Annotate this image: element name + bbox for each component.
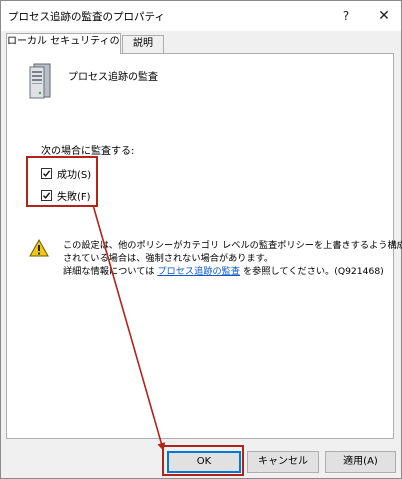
tab-explain[interactable]: 説明 — [122, 35, 164, 53]
tab-panel: プロセス追跡の監査 次の場合に監査する: 成功(S) 失敗(F) この設定は、他… — [6, 53, 402, 439]
apply-button[interactable]: 適用(A) — [325, 451, 396, 473]
properties-dialog: プロセス追跡の監査のプロパティ ? ✕ ローカル セキュリティの設定 説明 プロ… — [0, 0, 402, 479]
window-title: プロセス追跡の監査のプロパティ — [8, 11, 165, 23]
warning-message: この設定は、他のポリシーがカテゴリ レベルの監査ポリシーを上書きするよう構成 さ… — [63, 239, 402, 278]
title-bar: プロセス追跡の監査のプロパティ ? ✕ — [1, 1, 401, 31]
ok-button-highlight-box — [162, 445, 244, 476]
warning-line-2: されている場合は、強制されない場合があります。 — [63, 253, 274, 264]
tab-local-security-setting[interactable]: ローカル セキュリティの設定 — [6, 33, 121, 54]
help-icon: ? — [342, 9, 350, 23]
policy-name: プロセス追跡の監査 — [68, 72, 158, 83]
warning-line-3-suffix: を参照してください。(Q921468) — [240, 266, 384, 277]
policy-help-link[interactable]: プロセス追跡の監査 — [157, 266, 240, 277]
cancel-button[interactable]: キャンセル — [247, 451, 319, 473]
close-button[interactable]: ✕ — [370, 4, 398, 28]
audit-on-label: 次の場合に監査する: — [41, 146, 135, 157]
warning-line-3-prefix: 詳細な情報については — [63, 266, 158, 277]
help-button[interactable]: ? — [332, 4, 360, 28]
close-icon: ✕ — [378, 8, 390, 24]
tab-strip: ローカル セキュリティの設定 説明 — [1, 31, 401, 54]
server-icon — [29, 63, 51, 99]
warning-line-1: この設定は、他のポリシーがカテゴリ レベルの監査ポリシーを上書きするよう構成 — [63, 240, 402, 251]
warning-icon — [29, 239, 49, 257]
warning-line-3: 詳細な情報については プロセス追跡の監査 を参照してください。(Q921468) — [63, 265, 391, 278]
checkbox-highlight-box — [26, 156, 98, 207]
